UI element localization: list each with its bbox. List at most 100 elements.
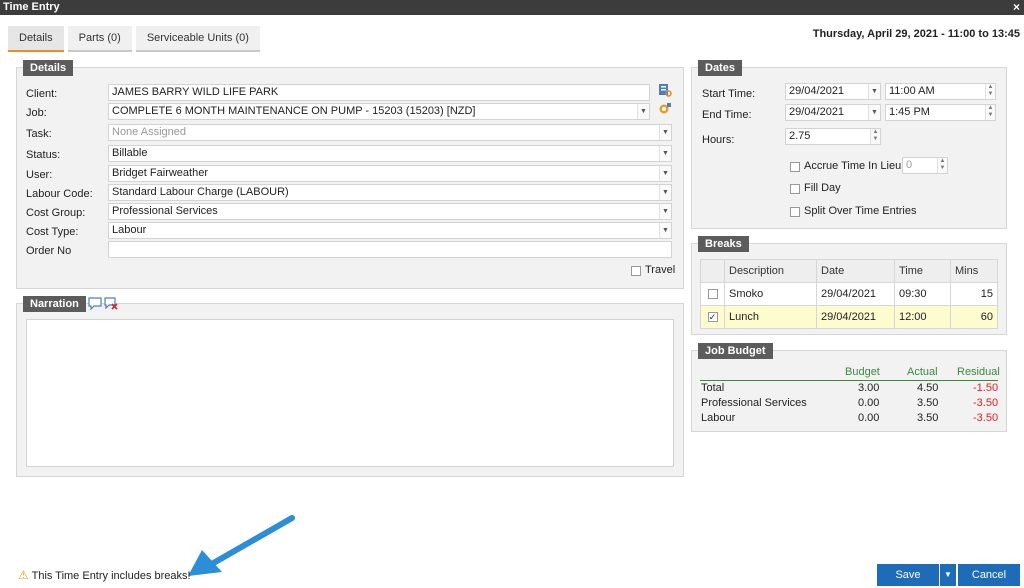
cost-type-select[interactable]: Labour ▼: [108, 222, 672, 239]
breaks-col-time[interactable]: Time: [894, 259, 951, 283]
budget-row-budget: 3.00: [858, 382, 880, 394]
table-row[interactable]: Smoko 29/04/2021 09:30 15: [700, 282, 998, 306]
cost-type-dropdown-icon[interactable]: ▼: [659, 223, 671, 238]
clear-comment-icon[interactable]: [104, 296, 118, 310]
details-title: Details: [23, 60, 74, 76]
annotation-arrow-icon: [188, 515, 295, 576]
break-select-cell[interactable]: [700, 282, 725, 306]
start-date-dropdown-icon[interactable]: ▼: [868, 84, 880, 99]
user-dropdown-icon[interactable]: ▼: [659, 166, 671, 181]
job-budget-panel: Job Budget Budget Actual Residual Total …: [691, 343, 1007, 432]
end-time-label: End Time:: [702, 109, 752, 121]
budget-col-budget: Budget: [845, 366, 880, 378]
cost-type-value: Labour: [112, 224, 147, 236]
save-dropdown-icon[interactable]: ▼: [940, 564, 956, 586]
table-row[interactable]: ✓ Lunch 29/04/2021 12:00 60: [700, 305, 998, 329]
labour-code-label: Labour Code:: [26, 188, 93, 200]
cost-group-dropdown-icon[interactable]: ▼: [659, 204, 671, 219]
accrue-time-field[interactable]: 0 ▲ ▼: [902, 157, 948, 174]
budget-col-residual: Residual: [957, 366, 1000, 378]
breaks-col-mins[interactable]: Mins: [950, 259, 998, 283]
accrue-time-checkbox[interactable]: [790, 162, 800, 172]
budget-row-actual: 3.50: [917, 412, 939, 424]
labour-code-value: Standard Labour Charge (LABOUR): [112, 186, 289, 198]
order-no-label: Order No: [26, 245, 72, 257]
budget-row-residual: -1.50: [973, 382, 999, 394]
cost-type-label: Cost Type:: [26, 226, 79, 238]
job-lookup-icon[interactable]: [658, 102, 672, 116]
close-icon[interactable]: ×: [1013, 0, 1020, 15]
status-select[interactable]: Billable ▼: [108, 145, 672, 162]
window-title: Time Entry: [3, 1, 60, 13]
dates-title: Dates: [698, 60, 742, 76]
hours-field[interactable]: 2.75 ▲ ▼: [785, 128, 881, 145]
break-select-cell[interactable]: ✓: [700, 305, 725, 329]
travel-label: Travel: [645, 264, 676, 276]
client-lookup-icon[interactable]: [658, 83, 672, 97]
cost-group-value: Professional Services: [112, 205, 218, 217]
breaks-col-description[interactable]: Description: [724, 259, 817, 283]
break-date: 29/04/2021: [816, 305, 895, 329]
start-time-spinner-icon[interactable]: ▲ ▼: [985, 84, 995, 99]
start-time-label: Start Time:: [702, 88, 756, 100]
hours-spinner-icon[interactable]: ▲ ▼: [870, 129, 880, 144]
travel-checkbox[interactable]: [631, 266, 641, 276]
break-time: 09:30: [894, 282, 951, 306]
job-dropdown-icon[interactable]: ▼: [637, 104, 649, 119]
narration-textarea[interactable]: [26, 319, 674, 467]
breaks-title: Breaks: [698, 236, 749, 252]
break-description: Smoko: [724, 282, 817, 306]
split-over-checkbox[interactable]: [790, 207, 800, 217]
task-field[interactable]: None Assigned ▼: [108, 124, 672, 141]
user-select[interactable]: Bridget Fairweather ▼: [108, 165, 672, 182]
cost-group-label: Cost Group:: [26, 207, 86, 219]
save-button[interactable]: Save: [877, 564, 939, 586]
narration-title: Narration: [23, 296, 86, 312]
fill-day-checkbox[interactable]: [790, 184, 800, 194]
end-date-dropdown-icon[interactable]: ▼: [868, 105, 880, 120]
budget-row-actual: 4.50: [917, 382, 939, 394]
tab-details[interactable]: Details: [8, 26, 64, 52]
warning-icon: ⚠: [18, 568, 29, 582]
budget-row-residual: -3.50: [973, 412, 999, 424]
end-time-spinner-icon[interactable]: ▲ ▼: [985, 105, 995, 120]
tab-parts[interactable]: Parts (0): [67, 26, 132, 52]
end-date-field[interactable]: 29/04/2021 ▼: [785, 104, 881, 121]
window-titlebar: Time Entry ×: [0, 0, 1024, 15]
user-value: Bridget Fairweather: [112, 167, 208, 179]
order-no-input[interactable]: [108, 241, 672, 258]
start-date-field[interactable]: 29/04/2021 ▼: [785, 83, 881, 100]
budget-row-name: Total: [701, 382, 725, 394]
add-comment-icon[interactable]: [88, 296, 102, 310]
cancel-button[interactable]: Cancel: [958, 564, 1020, 586]
breaks-col-date[interactable]: Date: [816, 259, 895, 283]
break-checkbox[interactable]: [707, 289, 718, 299]
accrue-time-spinner-icon[interactable]: ▲ ▼: [937, 158, 947, 173]
cost-group-select[interactable]: Professional Services ▼: [108, 203, 672, 220]
accrue-time-label: Accrue Time In Lieu: [804, 160, 902, 172]
tab-bar: Details Parts (0) Serviceable Units (0): [8, 26, 264, 52]
budget-row-name: Labour: [701, 412, 736, 424]
tab-serviceable-units[interactable]: Serviceable Units (0): [135, 26, 260, 52]
status-dropdown-icon[interactable]: ▼: [659, 146, 671, 161]
breaks-table: Description Date Time Mins Smoko 29/04/2…: [700, 259, 998, 329]
break-mins: 15: [950, 282, 998, 306]
job-value: COMPLETE 6 MONTH MAINTENANCE ON PUMP - 1…: [112, 105, 476, 117]
user-label: User:: [26, 169, 53, 181]
budget-row-budget: 0.00: [858, 397, 880, 409]
labour-code-select[interactable]: Standard Labour Charge (LABOUR) ▼: [108, 184, 672, 201]
hours-label: Hours:: [702, 134, 735, 146]
labour-code-dropdown-icon[interactable]: ▼: [659, 185, 671, 200]
client-field[interactable]: JAMES BARRY WILD LIFE PARK: [108, 84, 650, 101]
accrue-time-value: 0: [906, 159, 913, 171]
break-checkbox[interactable]: ✓: [707, 312, 718, 322]
split-over-label: Split Over Time Entries: [804, 205, 917, 217]
job-field[interactable]: COMPLETE 6 MONTH MAINTENANCE ON PUMP - 1…: [108, 103, 650, 120]
status-label: Status:: [26, 149, 61, 161]
task-dropdown-icon[interactable]: ▼: [659, 125, 671, 140]
start-time-field[interactable]: 11:00 AM ▲ ▼: [885, 83, 996, 100]
budget-row-name: Professional Services: [701, 397, 807, 409]
end-time-value: 1:45 PM: [889, 106, 930, 118]
breaks-panel: Breaks Description Date Time Mins Smoko …: [691, 236, 1007, 335]
end-time-field[interactable]: 1:45 PM ▲ ▼: [885, 104, 996, 121]
